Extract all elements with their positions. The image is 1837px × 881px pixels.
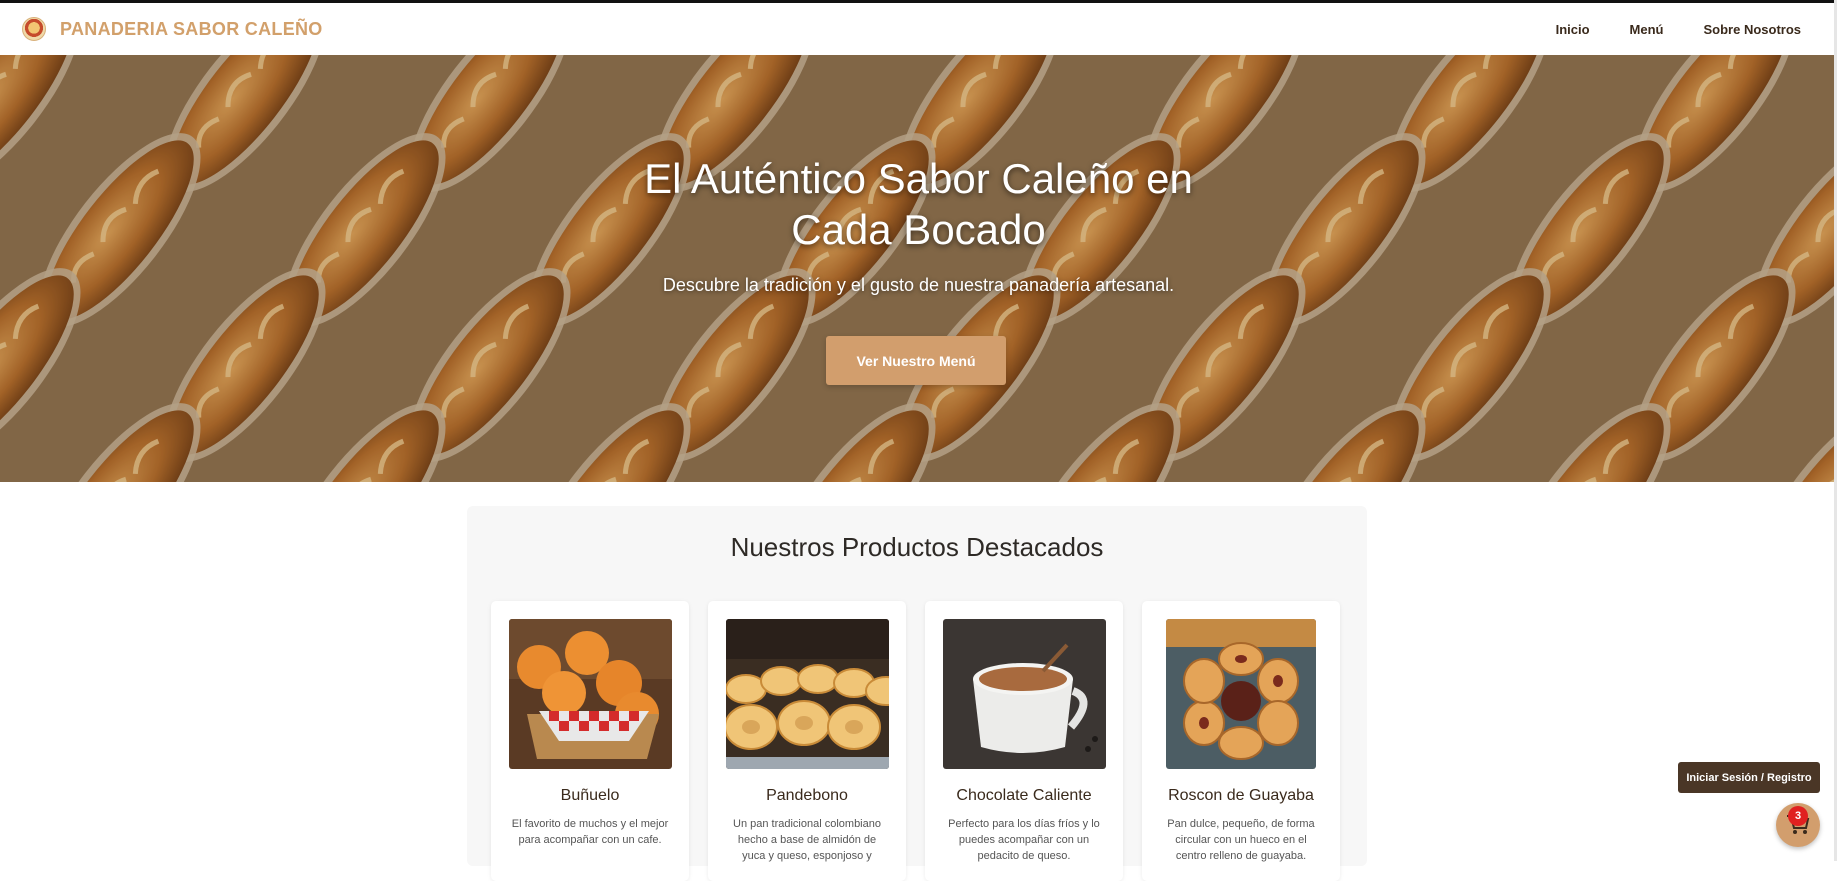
hero-title-line2: Cada Bocado xyxy=(791,206,1046,253)
desc-line: circular con un hueco en el xyxy=(1175,834,1307,846)
product-card-roscon-de-guayaba[interactable]: Roscon de Guayaba Pan dulce, pequeño, de… xyxy=(1142,601,1340,881)
desc-line: centro relleno de guayaba. xyxy=(1175,850,1307,862)
navbar: PANADERIA SABOR CALEÑO Inicio Menú Sobre… xyxy=(0,3,1837,55)
nav-item-sobre-nosotros[interactable]: Sobre Nosotros xyxy=(1703,22,1801,37)
product-name: Chocolate Caliente xyxy=(956,787,1092,804)
desc-line: puedes acompañar con un xyxy=(958,834,1090,846)
cart-count-badge: 3 xyxy=(1788,806,1808,826)
brand-name[interactable]: PANADERIA SABOR CALEÑO xyxy=(60,19,323,40)
product-name: Pandebono xyxy=(766,787,848,804)
roscon-de-guayaba-image[interactable] xyxy=(1166,619,1316,769)
desc-line: hecho a base de almidón de xyxy=(737,834,877,846)
bunuelo-image[interactable] xyxy=(509,619,672,769)
chocolate-caliente-image[interactable] xyxy=(943,619,1106,769)
hero-title: El Auténtico Sabor Caleño en Cada Bocado xyxy=(0,153,1837,255)
hero-title-line1: El Auténtico Sabor Caleño en xyxy=(644,155,1193,202)
hero-subtitle: Descubre la tradición y el gusto de nues… xyxy=(662,275,1175,295)
product-description: El favorito de muchos y el mejor para ac… xyxy=(507,816,673,848)
product-name: Roscon de Guayaba xyxy=(1168,787,1314,804)
pandebono-image[interactable] xyxy=(726,619,889,769)
nav-item-menu[interactable]: Menú xyxy=(1630,22,1664,37)
product-description: Pan dulce, pequeño, de forma circular co… xyxy=(1158,816,1324,864)
view-menu-button[interactable]: Ver Nuestro Menú xyxy=(826,336,1006,385)
product-card-bunuelo[interactable]: Buñuelo El favorito de muchos y el mejor… xyxy=(491,601,689,881)
nav-links: Inicio Menú Sobre Nosotros xyxy=(1516,3,1801,55)
product-name: Buñuelo xyxy=(560,787,620,804)
desc-line: Perfecto para los días fríos y lo xyxy=(948,818,1100,830)
product-description: Perfecto para los días fríos y lo puedes… xyxy=(941,816,1107,864)
nav-item-inicio[interactable]: Inicio xyxy=(1556,22,1590,37)
desc-line: para acompañar con un cafe. xyxy=(518,834,662,846)
product-card-chocolate-caliente[interactable]: Chocolate Caliente Perfecto para los día… xyxy=(925,601,1123,881)
login-register-button[interactable]: Iniciar Sesión / Registro xyxy=(1678,762,1820,793)
product-card-pandebono[interactable]: Pandebono Un pan tradicional colombiano … xyxy=(708,601,906,881)
desc-line: Un pan tradicional colombiano xyxy=(733,818,881,830)
bakery-logo-icon xyxy=(22,17,46,41)
featured-title: Nuestros Productos Destacados xyxy=(730,532,1104,562)
desc-line: pedacito de queso. xyxy=(977,850,1071,862)
featured-products-section: Nuestros Productos Destacados Buñuelo El… xyxy=(467,506,1367,881)
product-description: Un pan tradicional colombiano hecho a ba… xyxy=(724,816,890,864)
desc-line: yuca y queso, esponjoso y xyxy=(742,850,872,862)
hero-banner: El Auténtico Sabor Caleño en Cada Bocado… xyxy=(0,55,1837,482)
desc-line: El favorito de muchos y el mejor xyxy=(511,818,669,830)
brand[interactable]: PANADERIA SABOR CALEÑO xyxy=(22,17,323,41)
desc-line: Pan dulce, pequeño, de forma xyxy=(1167,818,1315,830)
hero-overlay xyxy=(0,55,1837,482)
